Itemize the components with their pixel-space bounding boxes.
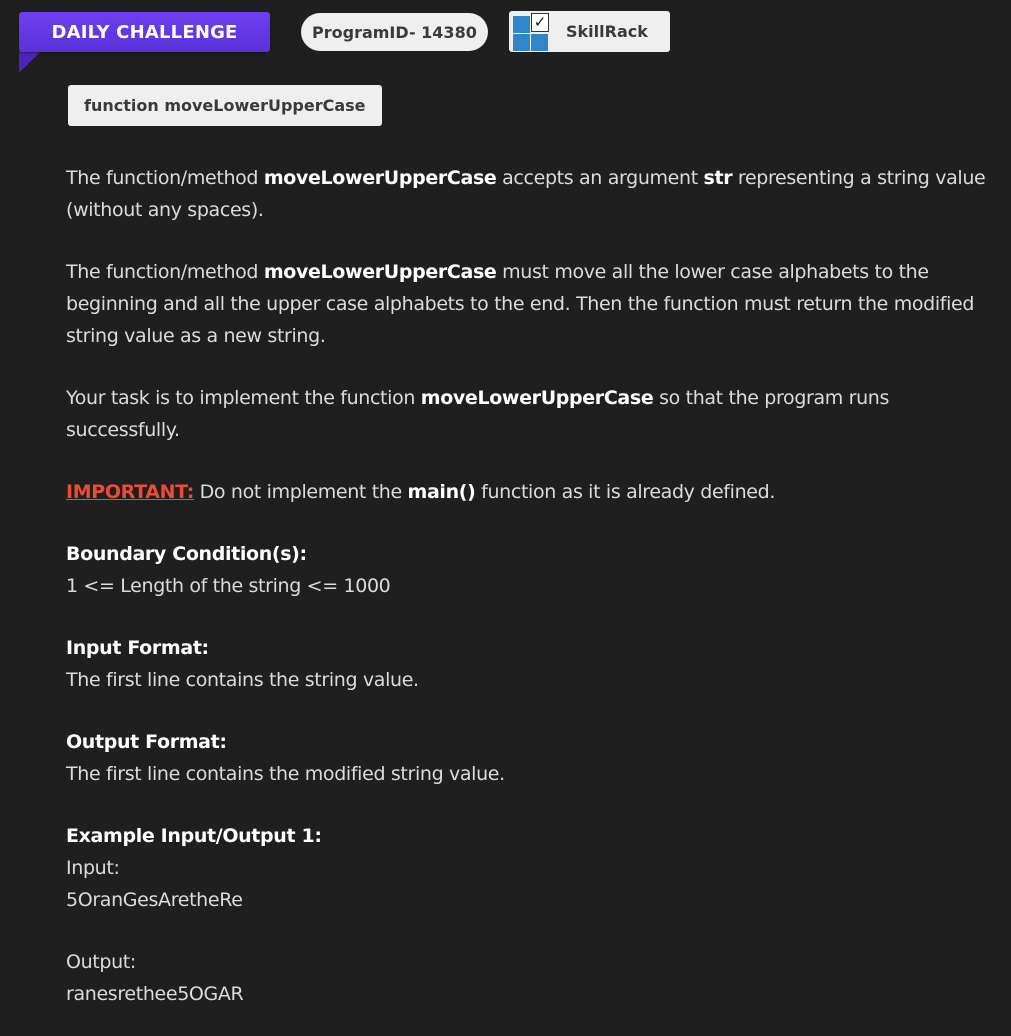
description-paragraph-3: Your task is to implement the function m… (66, 387, 890, 441)
description-paragraph-1: The function/method moveLowerUpperCase a… (66, 167, 986, 221)
example-output-value: ranesrethee5OGAR (66, 983, 244, 1005)
function-name: moveLowerUpperCase (263, 167, 497, 189)
problem-statement: The function/method moveLowerUpperCase a… (66, 162, 996, 1010)
example-output-label: Output: (66, 951, 136, 973)
skillrack-badge[interactable]: ✓ SkillRack (509, 11, 670, 52)
ribbon-tail (19, 51, 41, 73)
example-input-value: 5OranGesAretheRe (66, 889, 243, 911)
input-format-text: The first line contains the string value… (66, 669, 419, 691)
output-format-text: The first line contains the modified str… (66, 763, 505, 785)
output-format-heading: Output Format: (66, 731, 227, 753)
program-id-badge: ProgramID- 14380 (301, 13, 488, 51)
important-label: IMPORTANT: (66, 481, 194, 503)
example-input-label: Input: (66, 857, 120, 879)
boundary-heading: Boundary Condition(s): (66, 543, 307, 565)
daily-challenge-label: DAILY CHALLENGE (51, 21, 238, 43)
main-function-name: main() (407, 481, 476, 503)
daily-challenge-ribbon: DAILY CHALLENGE (19, 12, 270, 52)
example-heading: Example Input/Output 1: (66, 825, 322, 847)
important-note: IMPORTANT: Do not implement the main() f… (66, 481, 776, 503)
argument-name: str (703, 167, 733, 189)
skillrack-logo-icon: ✓ (511, 12, 551, 52)
function-name-badge: function moveLowerUpperCase (68, 85, 382, 126)
checkbox-icon: ✓ (531, 12, 549, 32)
description-paragraph-2: The function/method moveLowerUpperCase m… (66, 261, 975, 347)
function-name: moveLowerUpperCase (263, 261, 497, 283)
boundary-text: 1 <= Length of the string <= 1000 (66, 575, 391, 597)
skillrack-label: SkillRack (566, 22, 648, 41)
function-name: moveLowerUpperCase (420, 387, 654, 409)
input-format-heading: Input Format: (66, 637, 209, 659)
